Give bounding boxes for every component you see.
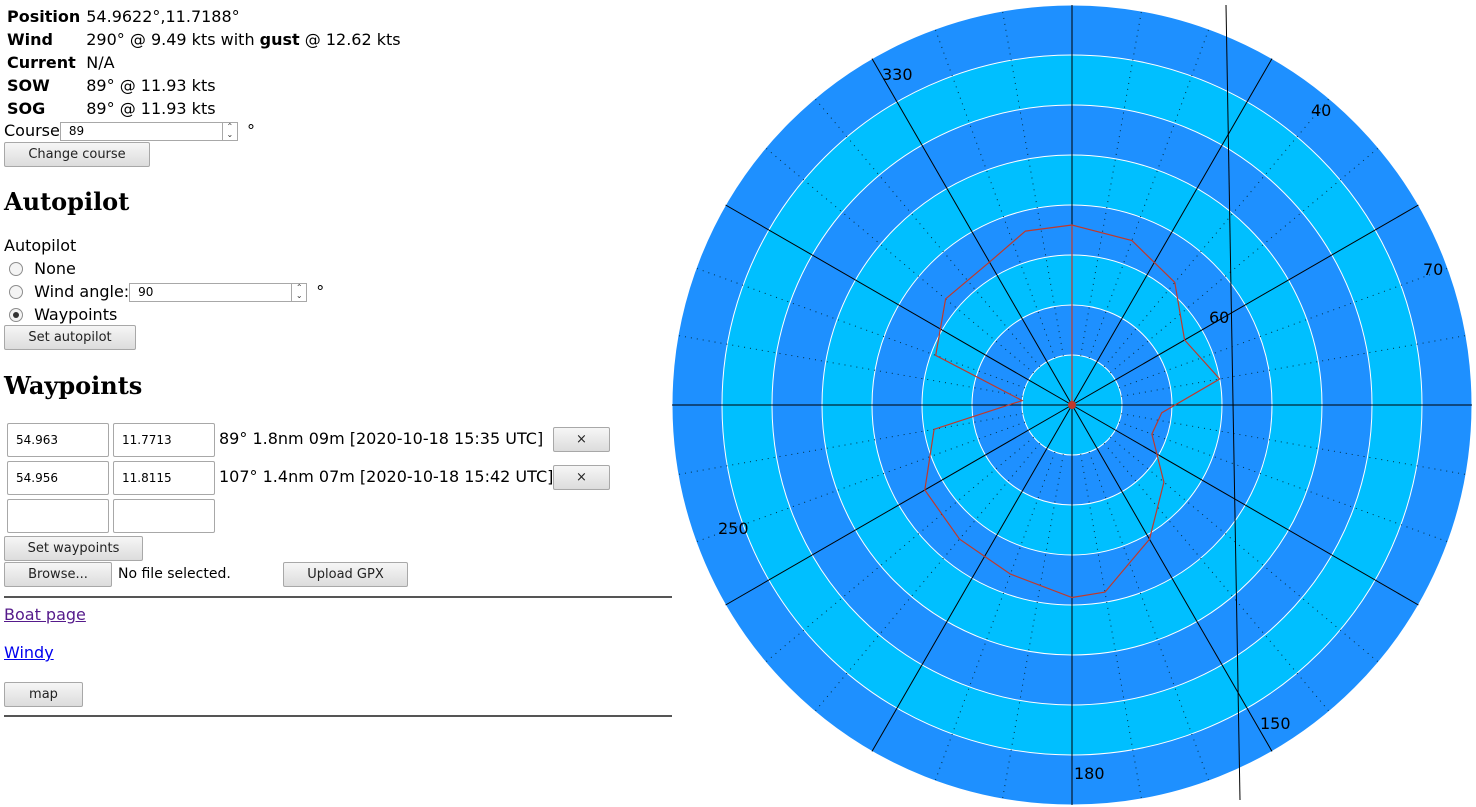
new-waypoint-lon-input[interactable]: [113, 499, 215, 533]
autopilot-label: Autopilot: [4, 236, 77, 255]
remove-waypoint-button[interactable]: ×: [553, 427, 610, 452]
angle-label-40: 40: [1311, 101, 1331, 120]
option-wind-angle-label: Wind angle:: [34, 282, 130, 301]
autopilot-option-none[interactable]: None: [9, 259, 76, 278]
sow-row: SOW 89° @ 11.93 kts: [4, 74, 404, 97]
course-row: Course 89 ⌃ ⌄ °: [4, 121, 255, 141]
file-status: No file selected.: [118, 566, 231, 582]
set-waypoints-button[interactable]: Set waypoints: [4, 536, 143, 561]
waypoint-lat-input[interactable]: 54.956: [7, 461, 109, 495]
wind-angle-input[interactable]: 90 ⌃ ⌄: [129, 283, 308, 302]
spin-down-icon[interactable]: ⌄: [223, 131, 237, 139]
wind-angle-spinner[interactable]: ⌃ ⌄: [291, 284, 306, 301]
current-value: N/A: [86, 53, 115, 72]
set-autopilot-button[interactable]: Set autopilot: [4, 325, 136, 350]
autopilot-heading: Autopilot: [4, 187, 130, 216]
angle-label-60: 60: [1209, 308, 1229, 327]
position-label: Position: [7, 7, 81, 26]
waypoint-info: 89° 1.8nm 09m [2020-10-18 15:35 UTC]: [219, 429, 544, 448]
radio-waypoints[interactable]: [9, 308, 23, 322]
gust-word: gust: [259, 30, 300, 49]
wind-angle-value: 90: [138, 285, 154, 299]
angle-label-150: 150: [1260, 714, 1291, 733]
wind-text: 290° @ 9.49 kts with: [86, 30, 260, 49]
change-course-button[interactable]: Change course: [4, 142, 150, 167]
autopilot-option-wind-angle[interactable]: Wind angle: 90 ⌃ ⌄ °: [9, 282, 324, 302]
sog-row: SOG 89° @ 11.93 kts: [4, 97, 404, 120]
course-unit: °: [246, 121, 255, 140]
option-waypoints-label: Waypoints: [34, 305, 118, 324]
browse-button[interactable]: Browse...: [4, 562, 112, 587]
radio-none[interactable]: [9, 262, 23, 276]
waypoints-heading: Waypoints: [4, 371, 143, 400]
wind-value: 290° @ 9.49 kts with gust @ 12.62 kts: [83, 28, 403, 51]
angle-label-70: 70: [1423, 260, 1443, 279]
radio-wind-angle[interactable]: [9, 285, 23, 299]
boat-center-marker: [1068, 401, 1076, 409]
divider: [4, 596, 672, 598]
angle-label-250: 250: [718, 519, 749, 538]
course-value: 89: [68, 124, 85, 138]
sow-label: SOW: [7, 76, 50, 95]
position-value: 54.9622°,11.7188°: [86, 7, 240, 26]
windy-link[interactable]: Windy: [4, 643, 54, 662]
wind-angle-unit: °: [316, 282, 325, 301]
upload-gpx-button[interactable]: Upload GPX: [283, 562, 408, 587]
boat-page-link[interactable]: Boat page: [4, 605, 86, 624]
wind-row: Wind 290° @ 9.49 kts with gust @ 12.62 k…: [4, 28, 404, 51]
divider: [4, 715, 672, 717]
status-table: Position 54.9622°,11.7188° Wind 290° @ 9…: [4, 5, 404, 120]
new-waypoint-lat-input[interactable]: [7, 499, 109, 533]
option-none-label: None: [34, 259, 76, 278]
waypoint-lon-input[interactable]: 11.7713: [113, 423, 215, 457]
position-row: Position 54.9622°,11.7188°: [4, 5, 404, 28]
waypoint-lat-input[interactable]: 54.963: [7, 423, 109, 457]
gust-text: @ 12.62 kts: [299, 30, 401, 49]
course-spinner[interactable]: ⌃ ⌄: [221, 123, 237, 140]
waypoint-info: 107° 1.4nm 07m [2020-10-18 15:42 UTC]: [219, 467, 554, 486]
waypoint-lon-input[interactable]: 11.8115: [113, 461, 215, 495]
polar-diagram: 330 40 70 60 250 150 180: [672, 5, 1472, 805]
remove-waypoint-button[interactable]: ×: [553, 465, 610, 490]
current-label: Current: [7, 53, 76, 72]
angle-label-330: 330: [882, 65, 913, 84]
autopilot-option-waypoints[interactable]: Waypoints: [9, 305, 117, 324]
spin-down-icon[interactable]: ⌄: [292, 292, 306, 300]
course-input[interactable]: 89 ⌃ ⌄: [59, 122, 238, 141]
sog-value: 89° @ 11.93 kts: [86, 99, 216, 118]
sow-value: 89° @ 11.93 kts: [86, 76, 216, 95]
course-label: Course: [4, 121, 60, 140]
wind-label: Wind: [7, 30, 53, 49]
angle-label-180: 180: [1074, 764, 1105, 783]
control-panel: Position 54.9622°,11.7188° Wind 290° @ 9…: [4, 0, 672, 587]
map-button[interactable]: map: [4, 682, 83, 707]
current-row: Current N/A: [4, 51, 404, 74]
sog-label: SOG: [7, 99, 46, 118]
